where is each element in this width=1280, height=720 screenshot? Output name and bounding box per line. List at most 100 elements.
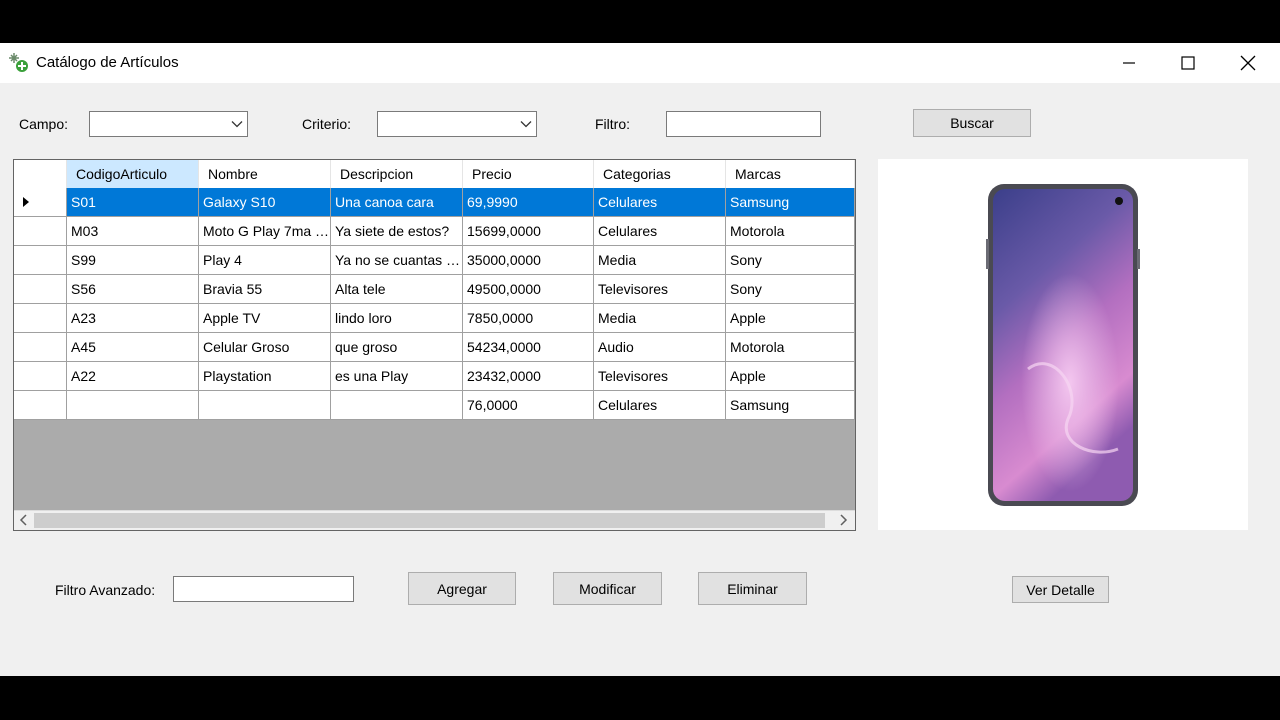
app-icon	[9, 53, 28, 72]
cell-marcas[interactable]: Sony	[726, 275, 855, 304]
row-header[interactable]	[14, 304, 67, 333]
table-row[interactable]: S01 Galaxy S10 Una canoa cara 69,9990 Ce…	[14, 188, 855, 217]
cell-nombre[interactable]: Apple TV	[199, 304, 331, 333]
cell-categorias[interactable]: Televisores	[594, 362, 726, 391]
campo-combobox[interactable]	[89, 111, 248, 137]
articles-grid[interactable]: CodigoArticulo Nombre Descripcion Precio…	[13, 159, 856, 531]
cell-codigo[interactable]: S01	[67, 188, 199, 217]
cell-categorias[interactable]: Media	[594, 246, 726, 275]
cell-categorias[interactable]: Audio	[594, 333, 726, 362]
table-row[interactable]: A45 Celular Groso que groso 54234,0000 A…	[14, 333, 855, 362]
cell-descripcion[interactable]: Ya siete de estos?	[331, 217, 463, 246]
chevron-down-icon	[520, 121, 532, 128]
scroll-left-icon[interactable]	[19, 514, 29, 526]
agregar-button[interactable]: Agregar	[408, 572, 516, 605]
criterio-combobox[interactable]	[377, 111, 537, 137]
filtro-input[interactable]	[666, 111, 821, 137]
row-header[interactable]	[14, 246, 67, 275]
cell-descripcion[interactable]: que groso	[331, 333, 463, 362]
scrollbar-thumb[interactable]	[34, 513, 825, 528]
cell-descripcion[interactable]	[331, 391, 463, 420]
cell-nombre[interactable]: Celular Groso	[199, 333, 331, 362]
column-header-categorias[interactable]: Categorias	[594, 160, 726, 188]
cell-precio[interactable]: 54234,0000	[463, 333, 594, 362]
cell-precio[interactable]: 35000,0000	[463, 246, 594, 275]
modificar-button[interactable]: Modificar	[553, 572, 662, 605]
criterio-label: Criterio:	[302, 116, 352, 132]
cell-nombre[interactable]: Play 4	[199, 246, 331, 275]
cell-codigo[interactable]: A45	[67, 333, 199, 362]
row-pointer-icon	[23, 197, 29, 207]
cell-descripcion[interactable]: Una canoa cara	[331, 188, 463, 217]
cell-codigo[interactable]: M03	[67, 217, 199, 246]
close-button[interactable]	[1218, 43, 1278, 83]
cell-marcas[interactable]: Samsung	[726, 391, 855, 420]
main-window: Catálogo de Artículos Campo: Criterio: F…	[0, 43, 1280, 676]
cell-categorias[interactable]: Televisores	[594, 275, 726, 304]
cell-nombre[interactable]: Playstation	[199, 362, 331, 391]
cell-categorias[interactable]: Celulares	[594, 188, 726, 217]
minimize-icon	[1123, 62, 1135, 64]
table-row[interactable]: 76,0000 Celulares Samsung	[14, 391, 855, 420]
cell-codigo[interactable]	[67, 391, 199, 420]
scroll-right-icon[interactable]	[838, 514, 848, 526]
cell-descripcion[interactable]: Alta tele	[331, 275, 463, 304]
column-header-precio[interactable]: Precio	[463, 160, 594, 188]
row-header[interactable]	[14, 275, 67, 304]
row-header[interactable]	[14, 333, 67, 362]
cell-marcas[interactable]: Apple	[726, 304, 855, 333]
cell-categorias[interactable]: Media	[594, 304, 726, 333]
cell-precio[interactable]: 23432,0000	[463, 362, 594, 391]
column-header-codigo[interactable]: CodigoArticulo	[67, 160, 199, 188]
cell-descripcion[interactable]: Ya no se cuantas van	[331, 246, 463, 275]
close-icon	[1240, 55, 1256, 71]
cell-marcas[interactable]: Apple	[726, 362, 855, 391]
buscar-button[interactable]: Buscar	[913, 109, 1031, 137]
header-corner[interactable]	[14, 160, 67, 188]
cell-nombre[interactable]: Bravia 55	[199, 275, 331, 304]
cell-marcas[interactable]: Motorola	[726, 217, 855, 246]
table-row[interactable]: M03 Moto G Play 7ma Gen Ya siete de esto…	[14, 217, 855, 246]
cell-precio[interactable]: 7850,0000	[463, 304, 594, 333]
column-header-descripcion[interactable]: Descripcion	[331, 160, 463, 188]
cell-codigo[interactable]: A23	[67, 304, 199, 333]
eliminar-button[interactable]: Eliminar	[698, 572, 807, 605]
cell-codigo[interactable]: A22	[67, 362, 199, 391]
cell-marcas[interactable]: Motorola	[726, 333, 855, 362]
column-header-marcas[interactable]: Marcas	[726, 160, 855, 188]
table-row[interactable]: A22 Playstation es una Play 23432,0000 T…	[14, 362, 855, 391]
row-header[interactable]	[14, 188, 67, 217]
cell-descripcion[interactable]: lindo loro	[331, 304, 463, 333]
filtro-avanzado-label: Filtro Avanzado:	[55, 582, 156, 598]
cell-codigo[interactable]: S56	[67, 275, 199, 304]
cell-nombre[interactable]: Galaxy S10	[199, 188, 331, 217]
cell-precio[interactable]: 15699,0000	[463, 217, 594, 246]
maximize-icon	[1181, 56, 1195, 70]
row-header[interactable]	[14, 217, 67, 246]
horizontal-scrollbar[interactable]	[14, 510, 855, 530]
title-bar[interactable]: Catálogo de Artículos	[0, 43, 1280, 83]
table-row[interactable]: S99 Play 4 Ya no se cuantas van 35000,00…	[14, 246, 855, 275]
cell-codigo[interactable]: S99	[67, 246, 199, 275]
cell-nombre[interactable]	[199, 391, 331, 420]
cell-categorias[interactable]: Celulares	[594, 391, 726, 420]
ver-detalle-button[interactable]: Ver Detalle	[1012, 576, 1109, 603]
cell-precio[interactable]: 69,9990	[463, 188, 594, 217]
minimize-button[interactable]	[1099, 43, 1159, 83]
row-header[interactable]	[14, 362, 67, 391]
table-row[interactable]: A23 Apple TV lindo loro 7850,0000 Media …	[14, 304, 855, 333]
filtro-avanzado-input[interactable]	[173, 576, 354, 602]
column-header-nombre[interactable]: Nombre	[199, 160, 331, 188]
cell-descripcion[interactable]: es una Play	[331, 362, 463, 391]
cell-marcas[interactable]: Samsung	[726, 188, 855, 217]
row-header[interactable]	[14, 391, 67, 420]
window-title: Catálogo de Artículos	[36, 54, 179, 71]
table-row[interactable]: S56 Bravia 55 Alta tele 49500,0000 Telev…	[14, 275, 855, 304]
cell-nombre[interactable]: Moto G Play 7ma Gen	[199, 217, 331, 246]
maximize-button[interactable]	[1158, 43, 1218, 83]
cell-categorias[interactable]: Celulares	[594, 217, 726, 246]
phone-image	[986, 184, 1140, 506]
cell-precio[interactable]: 76,0000	[463, 391, 594, 420]
cell-marcas[interactable]: Sony	[726, 246, 855, 275]
cell-precio[interactable]: 49500,0000	[463, 275, 594, 304]
